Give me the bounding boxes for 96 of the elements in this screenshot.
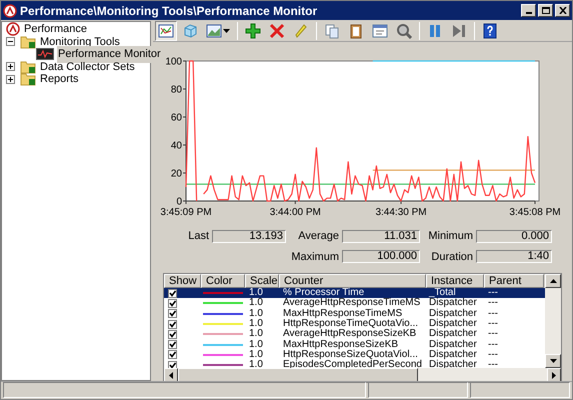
column-header[interactable]: Scale (245, 274, 279, 288)
table-cell-text: 1.0 (248, 329, 264, 340)
table-cell-text: 1.0 (248, 288, 264, 298)
table-cell-text: --- (487, 288, 499, 298)
table-cell-text: --- (487, 319, 499, 330)
table-cell-text: Dispatcher (428, 319, 478, 330)
stat-value: 11.031 (342, 230, 420, 243)
table-cell-text: Dispatcher (428, 308, 478, 319)
window-title: Performance\Monitoring Tools\Performance Monitor (20, 2, 318, 20)
axis-label: 3:45:08 PM (509, 207, 561, 218)
stat-value: 100.000 (342, 250, 420, 264)
up-arrow-icon (550, 279, 556, 283)
stat-value: 0.000 (476, 230, 552, 243)
table-cell-text: EpisodesCompletedPerSecond (282, 360, 423, 370)
checkbox[interactable] (168, 288, 177, 298)
axis-label: 0 (176, 196, 182, 208)
plus-icon (8, 64, 13, 70)
expand-button[interactable] (6, 74, 15, 84)
checkbox[interactable] (168, 298, 177, 308)
table-cell-text: --- (487, 298, 499, 308)
checkbox[interactable] (168, 340, 177, 350)
counter-row[interactable]: 1.0 HttpResponseSizeQuotaViol... Dispatcher --- (164, 350, 545, 360)
app-icon (3, 4, 17, 18)
axis-label: 40 (170, 140, 182, 152)
table-cell-text: AverageHttpResponseSizeKB (282, 329, 416, 340)
axis-label: 100 (165, 56, 182, 68)
expand-button[interactable] (6, 62, 15, 72)
minus-icon (8, 39, 13, 44)
stat-label: Maximum (290, 250, 339, 264)
table-cell-text: 1.0 (248, 319, 264, 330)
table-cell-text: --- (487, 329, 499, 340)
column-header[interactable]: Counter (279, 274, 426, 288)
column-header[interactable]: Color (201, 274, 245, 288)
table-cell-text: MaxHttpResponseSizeKB (282, 340, 398, 350)
vertical-scrollbar[interactable] (545, 274, 561, 368)
table-cell-text: AverageHttpResponseTimeMS (282, 298, 422, 308)
counter-row[interactable]: 1.0 AverageHttpResponseSizeKB Dispatcher --- (164, 329, 545, 340)
counter-row[interactable]: 1.0 % Processor Time _Total --- (164, 288, 545, 298)
axis-label: 20 (170, 168, 182, 180)
table-cell-text: --- (487, 340, 499, 350)
table-cell-text: Dispatcher (428, 329, 478, 340)
table-cell-text: Dispatcher (428, 360, 478, 370)
table-cell-text: 1.0 (248, 340, 264, 350)
table-cell-text: 1.0 (248, 350, 264, 360)
table-cell-text: --- (487, 360, 499, 370)
maximize-button[interactable] (538, 4, 553, 17)
table-cell-text: 1.0 (248, 360, 264, 370)
counter-row[interactable]: 1.0 MaxHttpResponseTimeMS Dispatcher --- (164, 308, 545, 319)
table-cell-text: HttpResponseTimeQuotaVio... (282, 319, 420, 330)
column-header[interactable]: Instance (426, 274, 484, 288)
folder-icon (20, 72, 36, 86)
table-cell-text: --- (487, 308, 499, 319)
stat-label: Last (187, 229, 209, 244)
checkbox[interactable] (168, 350, 177, 360)
table-cell-text: % Processor Time (282, 288, 364, 298)
stat-label: Average (297, 229, 339, 244)
checkbox[interactable] (168, 309, 177, 318)
counter-row[interactable]: 1.0 HttpResponseTimeQuotaVio... Dispatcher --- (164, 318, 545, 330)
left-arrow-icon (169, 372, 173, 378)
column-header[interactable]: Parent (484, 274, 544, 288)
stat-label: Duration (430, 250, 473, 264)
counter-row[interactable]: 1.0 AverageHttpResponseTimeMS Dispatcher --- (164, 298, 545, 309)
graph-icon[interactable] (155, 21, 177, 41)
column-header[interactable]: Show (164, 274, 201, 288)
axis-label: 80 (170, 84, 182, 96)
folder-icon (20, 60, 36, 74)
table-cell-text: 1.0 (248, 298, 264, 308)
collapse-button[interactable] (6, 37, 15, 46)
close-icon (558, 7, 566, 14)
folder-icon (20, 34, 36, 49)
stat-label: Minimum (427, 229, 473, 244)
counter-row[interactable]: 1.0 MaxHttpResponseSizeKB Dispatcher --- (164, 339, 545, 350)
axis-label: 3:44:00 PM (270, 207, 321, 218)
table-cell-text: MaxHttpResponseTimeMS (282, 308, 402, 319)
table-cell-text: HttpResponseSizeQuotaViol... (282, 350, 418, 360)
checkbox[interactable] (168, 320, 177, 329)
table-cell-text: Dispatcher (428, 350, 478, 360)
table-cell-text: _Total (428, 288, 456, 298)
axis-label: 60 (170, 112, 182, 124)
minimize-button[interactable] (521, 4, 536, 17)
graph-icon (36, 48, 54, 60)
down-arrow-icon (550, 359, 556, 363)
axis-label: 3:44:30 PM (375, 207, 427, 218)
axis-label: 3:45:09 PM (160, 207, 212, 218)
checkbox[interactable] (168, 330, 177, 339)
stat-value: 1:40 (476, 250, 552, 264)
table-cell-text: Dispatcher (428, 298, 478, 308)
table-cell-text: 1.0 (248, 308, 264, 319)
tree-item[interactable]: Performance Monitor (57, 46, 162, 62)
close-button[interactable] (555, 4, 570, 17)
table-cell-text: --- (487, 350, 499, 360)
table-cell-text: Dispatcher (428, 340, 478, 350)
stat-value: 13.193 (212, 230, 286, 243)
horizontal-scrollbar[interactable] (164, 368, 561, 382)
right-arrow-icon (552, 372, 556, 378)
plus-icon (8, 76, 13, 82)
